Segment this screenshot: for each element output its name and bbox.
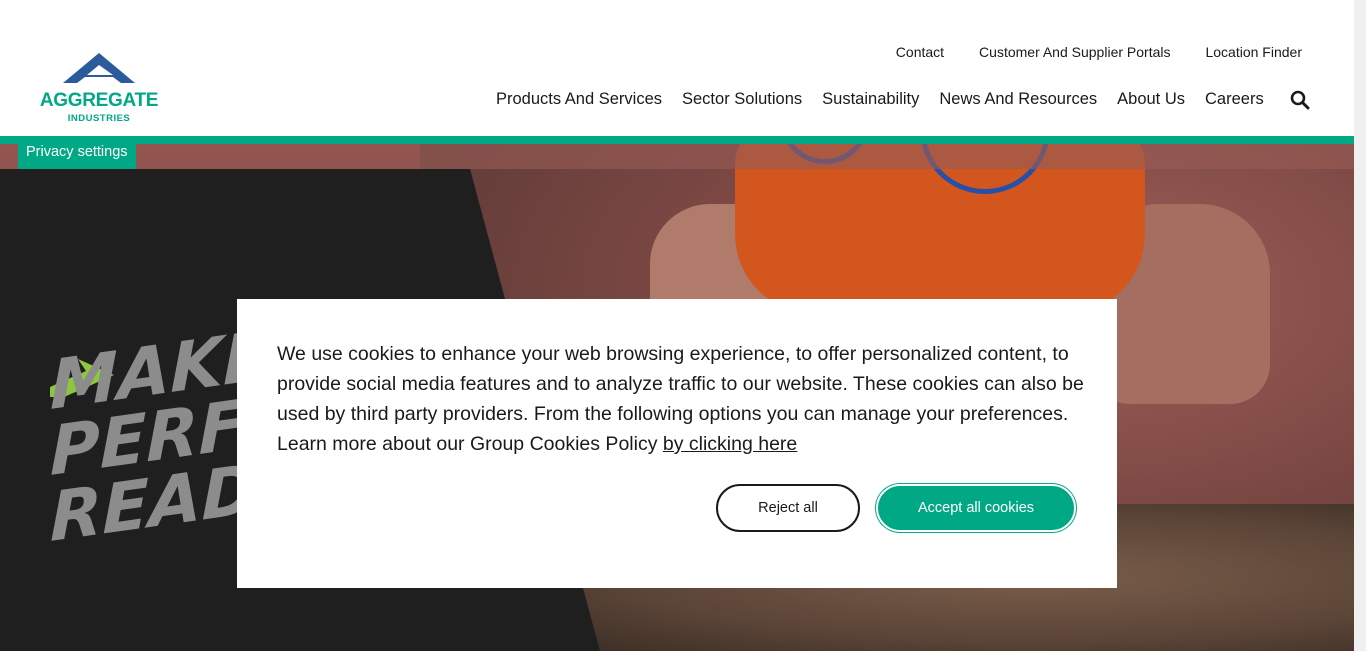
- search-icon[interactable]: [1290, 90, 1310, 110]
- nav-products-and-services[interactable]: Products And Services: [496, 90, 662, 109]
- main-nav: Products And Services Sector Solutions S…: [496, 90, 1264, 109]
- nav-news-and-resources[interactable]: News And Resources: [939, 90, 1097, 109]
- site-logo[interactable]: AGGREGATE INDUSTRIES: [36, 53, 162, 125]
- hero-overlay: [0, 144, 1354, 169]
- header-accent-bar: [0, 136, 1354, 144]
- util-link-location-finder[interactable]: Location Finder: [1205, 44, 1302, 60]
- util-link-portals[interactable]: Customer And Supplier Portals: [979, 44, 1170, 60]
- nav-careers[interactable]: Careers: [1205, 90, 1264, 109]
- nav-sustainability[interactable]: Sustainability: [822, 90, 919, 109]
- nav-sector-solutions[interactable]: Sector Solutions: [682, 90, 802, 109]
- cookie-policy-link[interactable]: by clicking here: [663, 433, 797, 455]
- logo-subtitle: INDUSTRIES: [67, 113, 131, 124]
- nav-about-us[interactable]: About Us: [1117, 90, 1185, 109]
- reject-all-button[interactable]: Reject all: [716, 484, 860, 532]
- util-link-contact[interactable]: Contact: [896, 44, 944, 60]
- page-scrollbar[interactable]: [1354, 0, 1366, 651]
- cookie-consent-dialog: We use cookies to enhance your web brows…: [237, 299, 1117, 588]
- utility-nav: Contact Customer And Supplier Portals Lo…: [896, 44, 1302, 60]
- accept-all-cookies-button[interactable]: Accept all cookies: [876, 484, 1076, 532]
- privacy-settings-button[interactable]: Privacy settings: [18, 136, 136, 169]
- logo-name: AGGREGATE: [39, 90, 159, 111]
- logo-mark-icon: [63, 53, 135, 83]
- site-header: AGGREGATE INDUSTRIES Contact Customer An…: [0, 0, 1366, 136]
- cookie-message: We use cookies to enhance your web brows…: [277, 339, 1087, 459]
